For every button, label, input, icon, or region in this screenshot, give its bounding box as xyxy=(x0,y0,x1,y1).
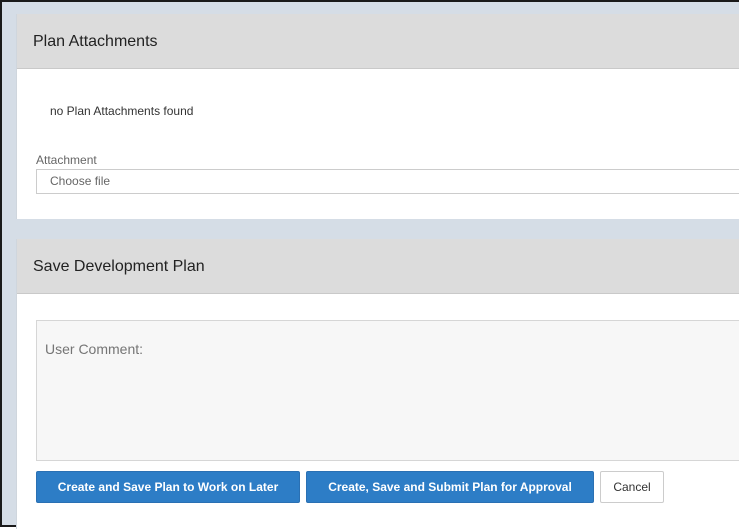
plan-attachments-title: Plan Attachments xyxy=(17,14,739,69)
save-plan-later-button[interactable]: Create and Save Plan to Work on Later xyxy=(36,471,300,503)
page-frame: Plan Attachments no Plan Attachments fou… xyxy=(0,0,739,529)
attachment-label: Attachment xyxy=(36,153,97,167)
attachment-file-input[interactable]: Choose file xyxy=(36,169,739,194)
submit-plan-button[interactable]: Create, Save and Submit Plan for Approva… xyxy=(306,471,594,503)
no-attachments-message: no Plan Attachments found xyxy=(50,104,194,118)
save-development-plan-title: Save Development Plan xyxy=(17,239,739,294)
plan-attachments-panel: Plan Attachments no Plan Attachments fou… xyxy=(16,14,739,219)
save-development-plan-panel: Save Development Plan Create and Save Pl… xyxy=(16,239,739,529)
cancel-button[interactable]: Cancel xyxy=(600,471,664,503)
user-comment-textarea[interactable] xyxy=(36,320,739,461)
